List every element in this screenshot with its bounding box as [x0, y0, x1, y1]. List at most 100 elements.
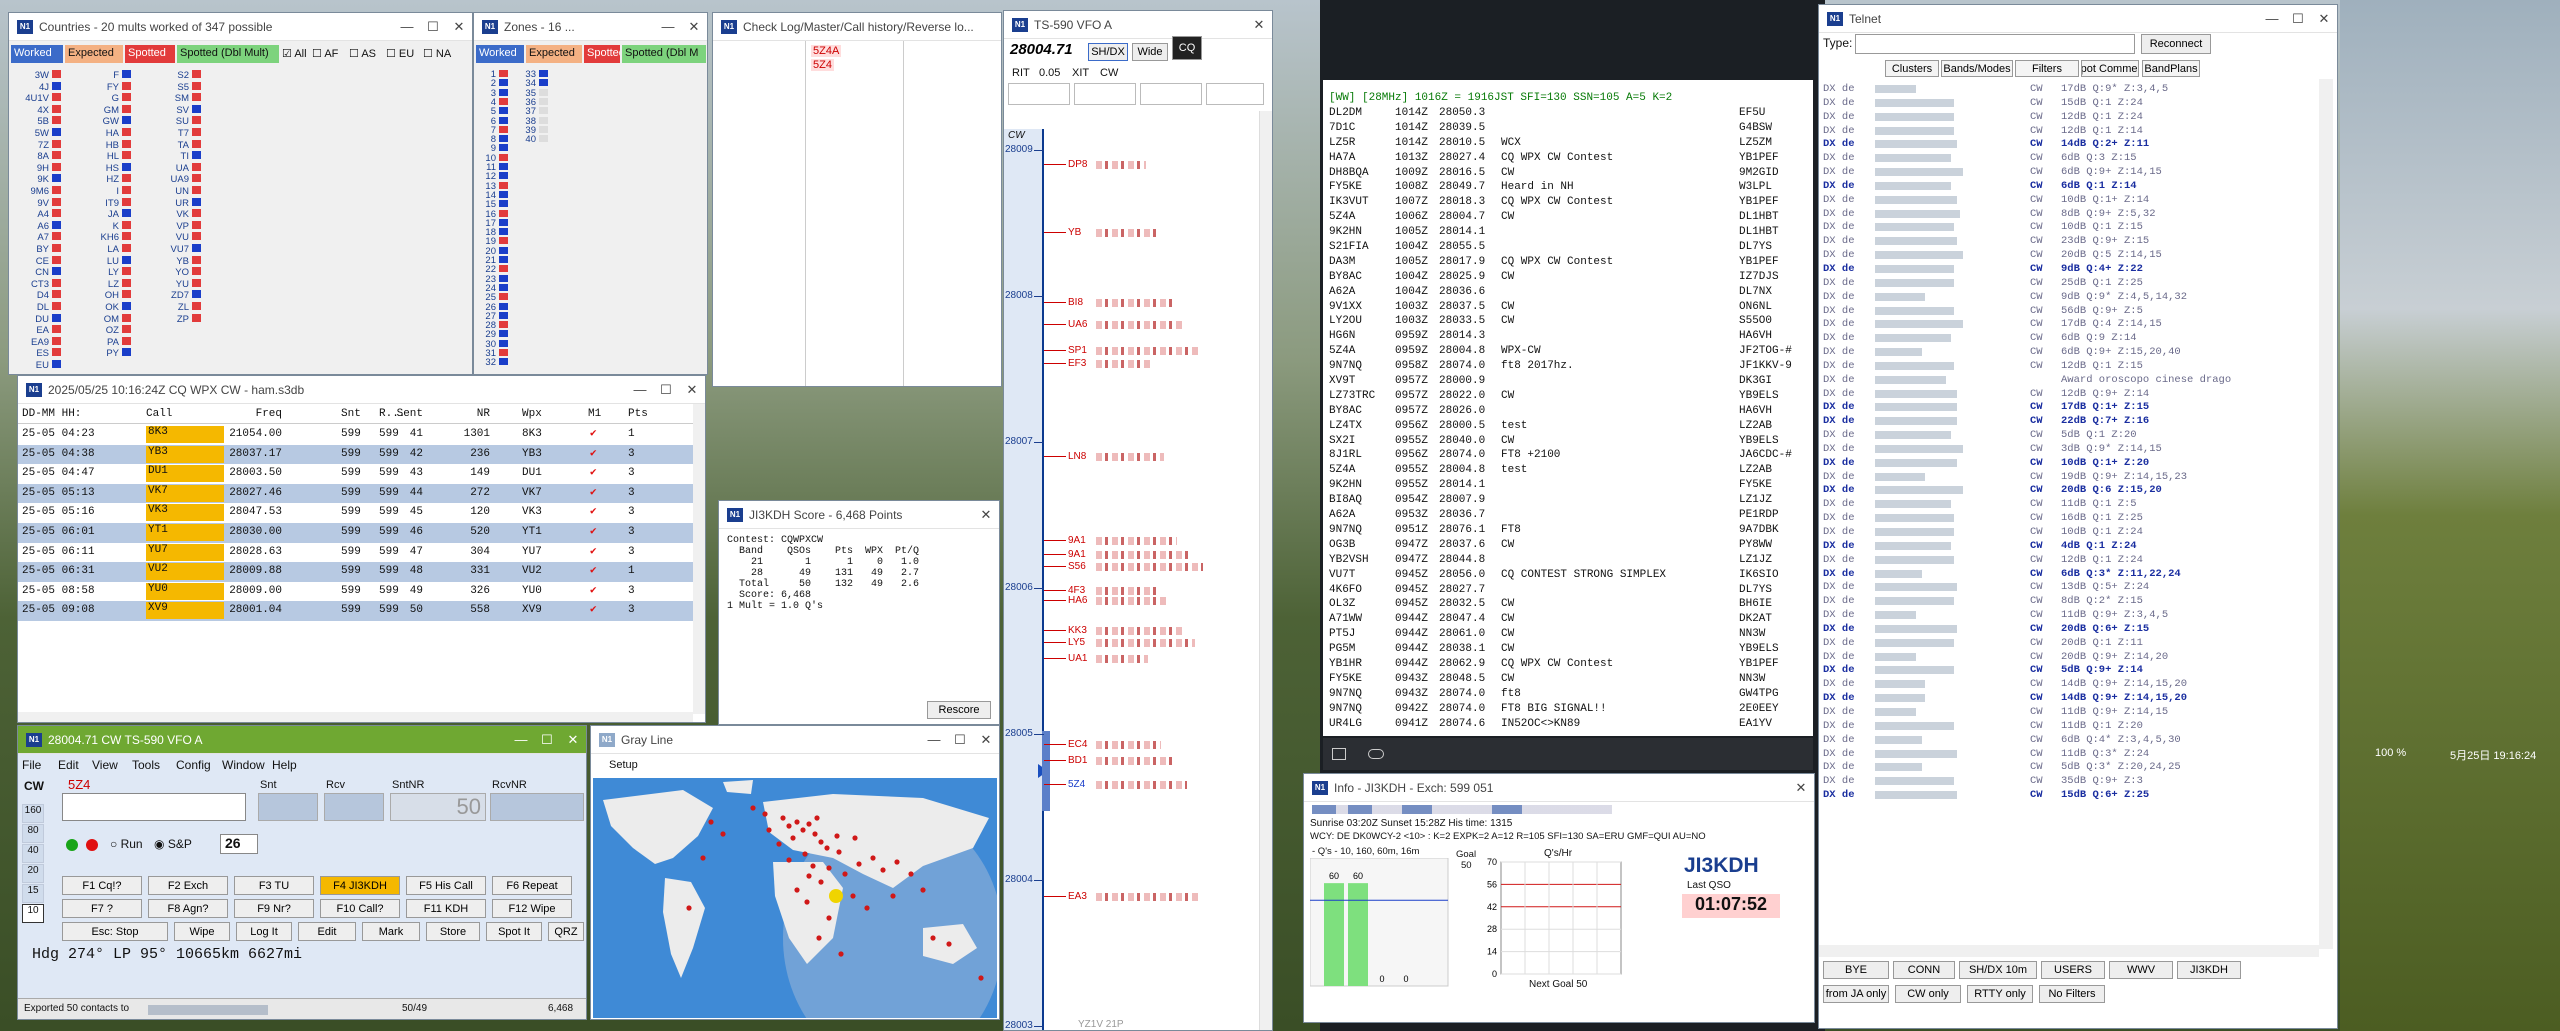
log-column-header[interactable]: DD-MM HH:MM [22, 408, 82, 420]
checklog-item[interactable]: 5Z4 [811, 59, 834, 71]
log-row[interactable]: 25-05 08:58 YU0 28009.00 599 599 49 326 YU0 ✔ 3 [18, 581, 693, 602]
bandmap-spot[interactable]: EA3 [1068, 891, 1087, 902]
action-button[interactable]: Spot It [486, 922, 542, 941]
menu-help[interactable]: Help [272, 758, 297, 772]
cluster-spot-row[interactable]: 4K6FO 0945Z 28027.7 DL7YS [1329, 583, 1809, 598]
telnet-button[interactable]: CONN [1893, 961, 1955, 979]
bandmap-input-3[interactable] [1140, 83, 1202, 105]
menu-file[interactable]: File [22, 758, 41, 772]
cluster-spot-row[interactable]: FY5KE 1008Z 28049.7 Heard in NH W3LPL [1329, 180, 1809, 195]
filter-af[interactable]: ☐ AF [312, 47, 338, 60]
log-scrollbar[interactable] [693, 404, 705, 714]
grayline-setup-menu[interactable]: Setup [609, 759, 638, 771]
telnet-button[interactable]: USERS [2041, 961, 2105, 979]
cluster-spot-row[interactable]: PT5J 0944Z 28061.0 CW NN3W [1329, 627, 1809, 642]
cluster-spot-row[interactable]: PG5M 0944Z 28038.1 CW YB9ELS [1329, 642, 1809, 657]
action-button[interactable]: Esc: Stop [62, 922, 168, 941]
cluster-spot-row[interactable]: 7D1C 1014Z 28039.5 G4BSW [1329, 121, 1809, 136]
maximize-button[interactable]: ☐ [653, 382, 679, 398]
cluster-spot-row[interactable]: 9N7NQ 0943Z 28074.0 ft8 GW4TPG [1329, 687, 1809, 702]
log-row[interactable]: 25-05 06:11 YU7 28028.63 599 599 47 304 YU7 ✔ 3 [18, 542, 693, 563]
zones-filter-worked[interactable]: Worked [476, 45, 524, 63]
band-40[interactable]: 40 [22, 844, 44, 863]
rescore-button[interactable]: Rescore [927, 701, 991, 719]
cluster-spot-row[interactable]: 5Z4A 1006Z 28004.7 CW DL1HBT [1329, 210, 1809, 225]
cluster-spot-row[interactable]: 5Z4A 0959Z 28004.8 WPX-CW JF2TOG-# [1329, 344, 1809, 359]
close-icon[interactable]: ✕ [681, 19, 707, 35]
zones-filter-dbl[interactable]: Spotted (Dbl M [622, 45, 706, 63]
action-button[interactable]: Store [426, 922, 480, 941]
log-column-header[interactable]: Freq [222, 408, 282, 420]
menu-view[interactable]: View [92, 758, 118, 772]
log-hscrollbar[interactable] [18, 712, 693, 722]
telnet-button[interactable]: SH/DX 10m [1959, 961, 2037, 979]
band-10[interactable]: 10 [22, 904, 44, 923]
cluster-spot-row[interactable]: XV9T 0957Z 28000.9 DK3GI [1329, 374, 1809, 389]
band-15[interactable]: 15 [22, 884, 44, 903]
bandmap-spot[interactable]: UA1 [1068, 653, 1087, 664]
telnet-tab-spot-comment[interactable]: Spot Comment [2081, 60, 2139, 77]
cluster-spot-row[interactable]: BY8AC 1004Z 28025.9 CW IZ7DJS [1329, 270, 1809, 285]
minimize-button[interactable]: — [655, 19, 681, 34]
filter-expected[interactable]: Expected [65, 45, 123, 63]
bandmap-scrollbar[interactable] [1259, 111, 1272, 1030]
telnet-button[interactable]: from JA only [1823, 985, 1889, 1003]
fkey-button[interactable]: F6 Repeat [492, 876, 572, 895]
menu-config[interactable]: Config [176, 758, 211, 772]
log-column-header[interactable]: Sent [383, 408, 423, 420]
band-160[interactable]: 160 [22, 804, 44, 823]
telnet-button[interactable]: No Filters [2039, 985, 2105, 1003]
rcv-input[interactable] [324, 793, 384, 821]
cluster-spot-row[interactable]: YB2VSH 0947Z 28044.8 LZ1JZ [1329, 553, 1809, 568]
sp-radio[interactable]: ◉ S&P [154, 837, 192, 851]
fkey-button[interactable]: F1 Cq!? [62, 876, 142, 895]
bandmap-spot[interactable]: BI8 [1068, 297, 1083, 308]
log-column-header[interactable]: NR [450, 408, 490, 420]
cluster-spot-row[interactable]: FY5KE 0943Z 28048.5 CW NN3W [1329, 672, 1809, 687]
bandmap-spot[interactable]: LY5 [1068, 637, 1085, 648]
cluster-spot-row[interactable]: 9K2HN 1005Z 28014.1 DL1HBT [1329, 225, 1809, 240]
cluster-spot-row[interactable]: SX2I 0955Z 28040.0 CW YB9ELS [1329, 434, 1809, 449]
fkey-button[interactable]: F9 Nr? [234, 899, 314, 918]
telnet-tab-bands-modes[interactable]: Bands/Modes [1941, 60, 2013, 77]
cluster-spot-row[interactable]: OG3B 0947Z 28037.6 CW PY8WW [1329, 538, 1809, 553]
cluster-spot-row[interactable]: VU7T 0945Z 28056.0 CQ CONTEST STRONG SIMPLE… [1329, 568, 1809, 583]
cloud-icon[interactable] [1368, 749, 1384, 759]
cluster-spot-row[interactable]: 5Z4A 0955Z 28004.8 test LZ2AB [1329, 463, 1809, 478]
fkey-button[interactable]: F5 His Call [406, 876, 486, 895]
log-row[interactable]: 25-05 05:16 VK3 28047.53 599 599 45 120 VK3 ✔ 3 [18, 503, 693, 523]
telnet-hscrollbar[interactable] [1819, 945, 2319, 957]
fkey-button[interactable]: F7 ? [62, 899, 142, 918]
cluster-spot-row[interactable]: BY8AC 0957Z 28026.0 HA6VH [1329, 404, 1809, 419]
sntnr-input[interactable]: 50 [390, 793, 486, 821]
menu-edit[interactable]: Edit [58, 758, 79, 772]
filter-as[interactable]: ☐ AS [349, 47, 376, 60]
bandmap-spot[interactable]: YB [1068, 227, 1081, 238]
telnet-button[interactable]: RTTY only [1967, 985, 2033, 1003]
cluster-spot-row[interactable]: DL2DM 1014Z 28050.3 EF5U [1329, 106, 1809, 121]
maximize-button[interactable]: ☐ [947, 732, 973, 748]
filter-all[interactable]: ☑ All [282, 47, 307, 60]
filter-spotted-dbl[interactable]: Spotted (Dbl Mult) [177, 45, 279, 63]
close-icon[interactable]: ✕ [973, 732, 999, 748]
filter-spotted[interactable]: Spotted [125, 45, 175, 63]
fkey-button[interactable]: F8 Agn? [148, 899, 228, 918]
cluster-spot-row[interactable]: OL3Z 0945Z 28032.5 CW BH6IE [1329, 597, 1809, 612]
wide-button[interactable]: Wide [1132, 43, 1168, 61]
menu-window[interactable]: Window [222, 758, 265, 772]
bandmap-spot[interactable]: SP1 [1068, 345, 1087, 356]
log-row[interactable]: 25-05 04:38 YB3 28037.17 599 599 42 236 YB3 ✔ 3 [18, 444, 693, 465]
telnet-command-input[interactable] [1855, 34, 2135, 54]
minimize-button[interactable]: — [394, 19, 420, 34]
filter-eu[interactable]: ☐ EU [386, 47, 414, 60]
cluster-spot-row[interactable]: 9N7NQ 0942Z 28074.0 FT8 BIG SIGNAL!! 2E0EEY [1329, 702, 1809, 717]
close-icon[interactable]: ✕ [560, 732, 586, 748]
cluster-spot-row[interactable]: YB1HR 0944Z 28062.9 CQ WPX CW Contest YB1PEF [1329, 657, 1809, 672]
cluster-spot-row[interactable]: A71WW 0944Z 28047.4 CW DK2AT [1329, 612, 1809, 627]
minimize-button[interactable]: — [921, 732, 947, 747]
run-radio[interactable]: ○ Run [110, 837, 143, 851]
bandmap-spot[interactable]: UA6 [1068, 319, 1087, 330]
log-column-header[interactable]: Call [146, 408, 206, 420]
bandmap-spot[interactable]: S56 [1068, 561, 1086, 572]
bandmap-spot[interactable]: KK3 [1068, 625, 1087, 636]
